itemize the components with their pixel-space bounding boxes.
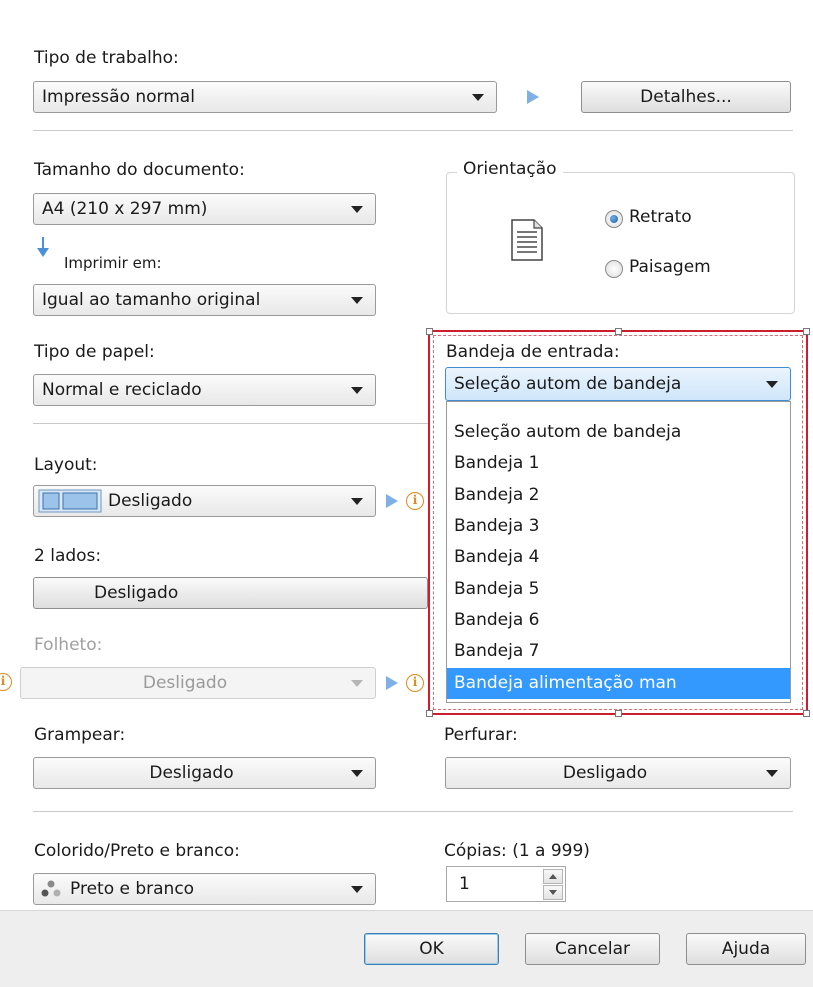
chevron-down-icon (351, 770, 363, 777)
help-button[interactable]: Ajuda (686, 933, 806, 965)
punch-value: Desligado (562, 763, 648, 783)
divider (33, 811, 793, 812)
dropdown-option-highlighted[interactable]: Bandeja alimentação man (447, 668, 790, 699)
booklet-label: Folheto: (34, 635, 103, 655)
orientation-group: Orientação (446, 159, 795, 314)
document-size-select[interactable]: A4 (210 x 297 mm) (33, 193, 376, 225)
layout-pages-icon (38, 489, 102, 513)
dropdown-option[interactable]: Bandeja 1 (447, 448, 790, 479)
chevron-down-icon (766, 770, 778, 777)
input-tray-label: Bandeja de entrada: (446, 342, 620, 362)
input-tray-value: Seleção autom de bandeja (454, 374, 682, 394)
print-on-value: Igual ao tamanho original (42, 290, 261, 310)
paper-type-select[interactable]: Normal e reciclado (33, 374, 376, 406)
ok-button[interactable]: OK (364, 933, 499, 965)
down-arrow-icon (37, 237, 49, 257)
chevron-down-icon (351, 886, 363, 893)
color-select[interactable]: Preto e branco (33, 873, 376, 905)
chevron-down-icon (351, 206, 363, 213)
booklet-select[interactable]: Desligado (20, 667, 376, 699)
document-size-value: A4 (210 x 297 mm) (42, 199, 208, 219)
print-settings-dialog: Tipo de trabalho: Impressão normal Detal… (0, 0, 813, 987)
staple-select[interactable]: Desligado (33, 757, 376, 789)
layout-select[interactable]: Desligado (33, 485, 376, 517)
spin-up-button[interactable] (543, 869, 563, 884)
play-arrow-icon[interactable] (527, 90, 539, 104)
info-icon[interactable]: i (0, 673, 12, 691)
info-icon[interactable]: i (406, 492, 424, 510)
dropdown-option[interactable]: Bandeja 5 (447, 574, 790, 605)
chevron-down-icon (351, 297, 363, 304)
landscape-label: Paisagem (629, 257, 711, 277)
chevron-down-icon (351, 387, 363, 394)
resize-handle (615, 328, 622, 335)
details-button[interactable]: Detalhes... (581, 81, 791, 113)
input-tray-select[interactable]: Seleção autom de bandeja (445, 367, 791, 401)
input-tray-dropdown-list: Seleção autom de bandeja Bandeja 1 Bande… (446, 401, 791, 703)
orientation-title: Orientação (457, 159, 563, 179)
dropdown-option[interactable]: Bandeja 4 (447, 542, 790, 573)
landscape-radio[interactable] (605, 260, 623, 278)
copies-label: Cópias: (1 a 999) (444, 841, 590, 861)
dropdown-option[interactable]: Bandeja 3 (447, 511, 790, 542)
divider (33, 130, 793, 131)
portrait-label: Retrato (629, 207, 692, 227)
layout-label: Layout: (34, 455, 98, 475)
portrait-radio[interactable] (605, 210, 623, 228)
copies-spinner[interactable]: 1 (446, 866, 566, 902)
document-icon (511, 219, 543, 261)
staple-value: Desligado (149, 763, 234, 783)
resize-handle (803, 328, 810, 335)
color-label: Colorido/Preto e branco: (34, 841, 240, 861)
document-size-label: Tamanho do documento: (34, 160, 245, 180)
chevron-down-icon (472, 94, 484, 101)
cancel-button[interactable]: Cancelar (525, 933, 660, 965)
punch-label: Perfurar: (444, 725, 518, 745)
resize-handle (803, 710, 810, 717)
dialog-footer: OK Cancelar Ajuda (0, 910, 813, 987)
job-type-value: Impressão normal (42, 87, 195, 107)
layout-value: Desligado (108, 491, 193, 511)
resize-handle (615, 710, 622, 717)
two-sided-button[interactable]: Desligado (33, 577, 428, 609)
paper-type-label: Tipo de papel: (34, 342, 155, 362)
print-on-select[interactable]: Igual ao tamanho original (33, 284, 376, 316)
punch-select[interactable]: Desligado (445, 757, 791, 789)
spin-down-button[interactable] (543, 885, 563, 900)
chevron-down-icon (766, 381, 778, 388)
two-sided-label: 2 lados: (34, 546, 102, 566)
paper-type-value: Normal e reciclado (42, 380, 202, 400)
color-value: Preto e branco (70, 879, 195, 899)
dropdown-option[interactable]: Bandeja 7 (447, 636, 790, 667)
copies-value: 1 (459, 874, 470, 894)
print-on-label: Imprimir em: (64, 254, 162, 272)
play-arrow-icon[interactable] (386, 676, 398, 690)
divider (33, 423, 428, 424)
dropdown-option[interactable]: Bandeja 6 (447, 605, 790, 636)
booklet-value: Desligado (142, 673, 228, 693)
dropdown-option[interactable]: Seleção autom de bandeja (447, 417, 790, 448)
dropdown-option[interactable]: Bandeja 2 (447, 480, 790, 511)
resize-handle (426, 710, 433, 717)
play-arrow-icon[interactable] (386, 494, 398, 508)
staple-label: Grampear: (34, 725, 126, 745)
job-type-select[interactable]: Impressão normal (33, 81, 497, 113)
info-icon[interactable]: i (406, 674, 424, 692)
job-type-label: Tipo de trabalho: (34, 48, 179, 68)
settings-panel: Tipo de trabalho: Impressão normal Detal… (0, 0, 813, 910)
resize-handle (426, 328, 433, 335)
color-dots-icon (41, 880, 61, 897)
chevron-down-icon (351, 680, 363, 687)
chevron-down-icon (351, 498, 363, 505)
